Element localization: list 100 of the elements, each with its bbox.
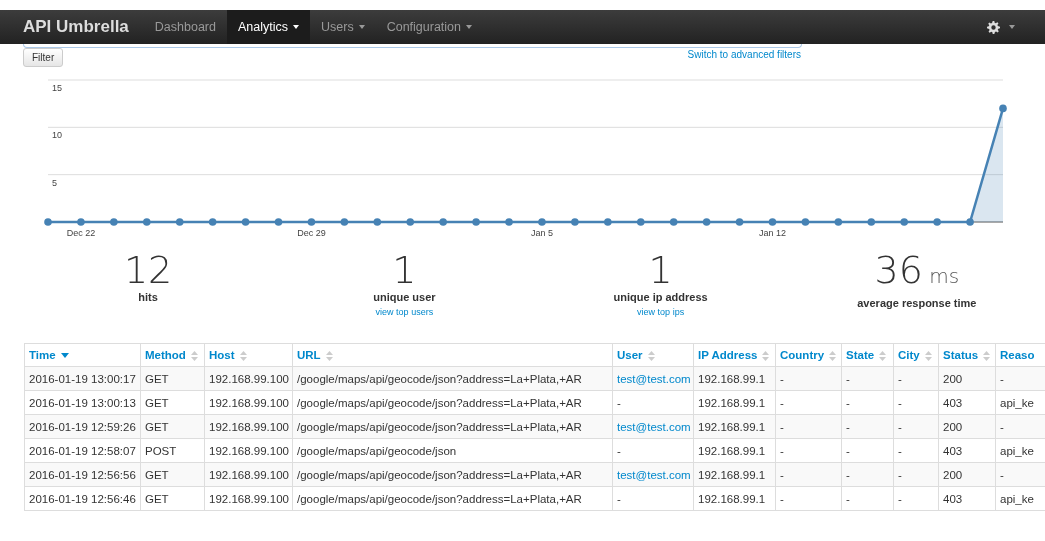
column-header[interactable]: City: [893, 343, 939, 367]
data-point: [505, 218, 513, 226]
table-cell: -: [841, 438, 894, 463]
data-point: [307, 218, 316, 226]
table-cell: 403: [938, 438, 996, 463]
column-header[interactable]: IP Address: [693, 343, 776, 367]
table-cell: 192.168.99.100: [204, 486, 293, 511]
settings-icon: [987, 20, 1000, 34]
data-point: [900, 218, 908, 226]
table-cell: 192.168.99.100: [204, 438, 293, 463]
user-link[interactable]: test@test.com: [617, 468, 691, 481]
table-cell: -: [893, 438, 939, 463]
advanced-filters-link[interactable]: Switch to advanced filters: [687, 49, 801, 60]
table-cell: -: [893, 390, 939, 415]
data-point: [604, 218, 612, 226]
nav-item[interactable]: Dashboard: [143, 10, 227, 44]
data-point: [274, 218, 283, 226]
data-point: [999, 104, 1007, 113]
filter-button[interactable]: Filter: [23, 48, 64, 67]
table-cell: 2016-01-19 13:00:17: [24, 366, 141, 391]
table-cell: -: [893, 486, 939, 511]
stat-label: unique user: [373, 291, 436, 303]
data-point: [702, 218, 711, 226]
column-header[interactable]: Status: [938, 343, 996, 367]
data-point: [110, 218, 118, 226]
y-tick-label: 15: [52, 83, 62, 93]
nav-item[interactable]: Analytics: [226, 10, 310, 44]
data-point: [373, 218, 382, 226]
data-point: [538, 218, 546, 226]
data-point: [571, 218, 579, 226]
data-point: [340, 218, 349, 226]
table-cell: -: [612, 390, 694, 415]
data-point: [472, 218, 480, 226]
table-cell: 403: [938, 390, 996, 415]
stat-label: average response time: [857, 297, 977, 309]
stat-value: 36 ms: [874, 251, 960, 294]
table-cell: 2016-01-19 12:59:26: [24, 414, 141, 439]
stat-link[interactable]: view top ips: [637, 307, 685, 317]
table-cell: 192.168.99.1: [693, 438, 776, 463]
data-point: [933, 218, 941, 226]
table-cell: /google/maps/api/geocode/json: [292, 438, 613, 463]
x-tick-label: Jan 5: [530, 228, 553, 237]
table-cell: 2016-01-19 13:00:13: [24, 390, 141, 415]
stat-link[interactable]: view top users: [375, 307, 434, 317]
sort-icon: [190, 350, 198, 361]
data-point: [406, 218, 415, 226]
nav-item[interactable]: Configuration: [375, 10, 483, 44]
table-cell: 2016-01-19 12:58:07: [24, 438, 141, 463]
column-header[interactable]: Time: [24, 343, 141, 367]
table-cell: /google/maps/api/geocode/json?address=La+Plata,+AR: [292, 414, 613, 439]
nav-item[interactable]: Users: [310, 10, 376, 44]
table-cell: -: [775, 438, 842, 463]
brand-title[interactable]: API Umbrella: [23, 10, 129, 44]
column-header[interactable]: State: [841, 343, 894, 367]
caret-icon: [1009, 25, 1015, 29]
x-tick-label: Jan 12: [758, 228, 786, 237]
table-cell: /google/maps/api/geocode/json?address=La+Plata,+AR: [292, 390, 613, 415]
data-point: [636, 218, 645, 226]
table-cell: /google/maps/api/geocode/json?address=La+Plata,+AR: [292, 462, 613, 487]
sort-icon: [647, 350, 655, 361]
table-cell: -: [841, 390, 894, 415]
sort-icon: [983, 350, 991, 361]
data-point: [768, 218, 777, 226]
stat-value: 12: [123, 251, 173, 289]
stat-value: 1: [392, 251, 417, 289]
table-cell: 192.168.99.1: [693, 486, 776, 511]
sort-icon: [325, 350, 333, 361]
column-header[interactable]: User: [612, 343, 694, 367]
table-cell: -: [841, 486, 894, 511]
table-cell: GET: [140, 486, 205, 511]
sort-icon: [879, 350, 887, 361]
table-cell: /google/maps/api/geocode/json?address=La+Plata,+AR: [292, 486, 613, 511]
sort-icon: [239, 350, 247, 361]
user-link[interactable]: test@test.com: [617, 372, 691, 385]
table-cell: 403: [938, 486, 996, 511]
column-header[interactable]: Reaso: [995, 343, 1045, 367]
data-point: [44, 218, 52, 226]
data-point: [867, 218, 876, 226]
column-header[interactable]: Method: [140, 343, 205, 367]
table-cell: /google/maps/api/geocode/json?address=La+Plata,+AR: [292, 366, 613, 391]
data-point: [143, 218, 151, 226]
y-tick-label: 5: [52, 177, 57, 188]
table-cell: 192.168.99.100: [204, 366, 293, 391]
stat-label: hits: [138, 291, 158, 303]
column-header[interactable]: URL: [292, 343, 613, 367]
data-point: [966, 218, 974, 226]
sort-descending-icon: [60, 353, 69, 359]
data-point: [439, 218, 447, 226]
table-cell: -: [775, 486, 842, 511]
table-cell: 192.168.99.100: [204, 390, 293, 415]
table-cell: 192.168.99.1: [693, 390, 776, 415]
table-cell: 2016-01-19 12:56:56: [24, 462, 141, 487]
data-point: [834, 218, 843, 226]
column-header[interactable]: Country: [775, 343, 842, 367]
data-point: [208, 218, 217, 226]
column-header[interactable]: Host: [204, 343, 293, 367]
data-point: [735, 218, 744, 226]
data-point: [241, 218, 250, 226]
user-link[interactable]: test@test.com: [617, 420, 691, 433]
sort-icon: [829, 350, 837, 361]
